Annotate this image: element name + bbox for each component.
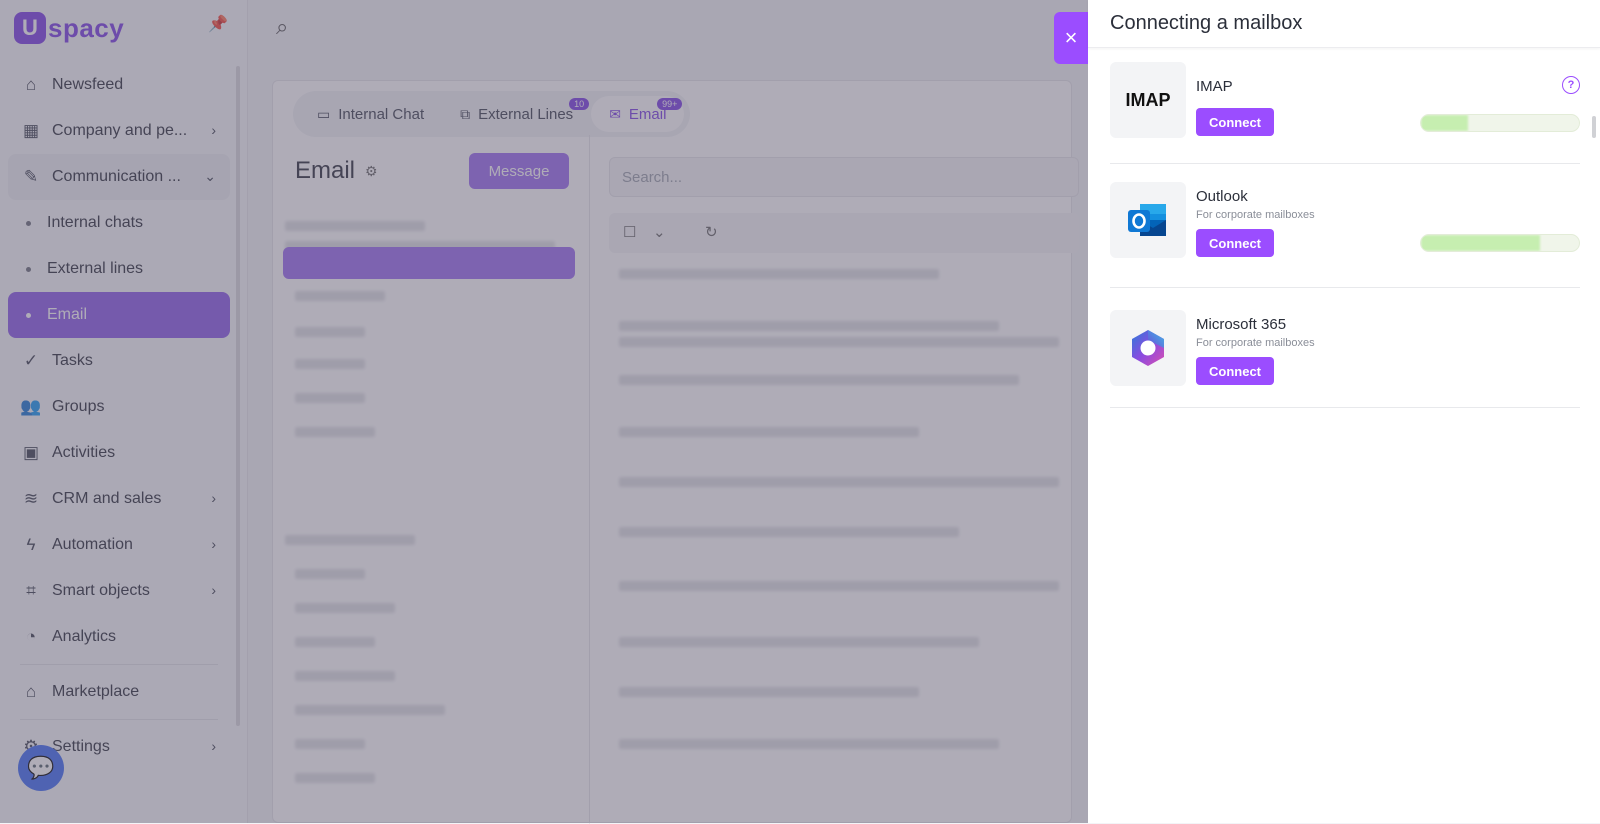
outlook-logo [1110,182,1186,258]
progress-bar [1420,234,1580,252]
microsoft-365-icon [1132,330,1164,366]
microsoft-365-logo [1110,310,1186,386]
imap-logo-text: IMAP [1125,89,1171,110]
provider-name: Outlook [1196,188,1248,205]
close-button[interactable]: × [1054,12,1088,64]
progress-bar [1420,114,1580,132]
connect-imap-button[interactable]: Connect [1196,108,1274,136]
provider-microsoft-365: Microsoft 365 For corporate mailboxes Co… [1110,310,1580,408]
provider-description: For corporate mailboxes [1196,209,1315,221]
provider-name: Microsoft 365 [1196,316,1287,333]
panel-scrollbar[interactable] [1592,116,1596,138]
imap-logo: IMAP [1110,62,1186,138]
provider-imap: IMAP IMAP Connect ? [1110,62,1580,164]
provider-description: For corporate mailboxes [1196,337,1315,349]
outlook-icon [1128,204,1166,236]
connect-microsoft-365-button[interactable]: Connect [1196,357,1274,385]
provider-name: IMAP [1196,78,1233,95]
progress-fill [1421,235,1540,251]
connect-mailbox-panel: Connecting a mailbox IMAP IMAP Connect ?… [1088,0,1600,823]
connect-outlook-button[interactable]: Connect [1196,229,1274,257]
modal-overlay[interactable] [0,0,1088,823]
panel-title: Connecting a mailbox [1088,0,1600,48]
provider-outlook: Outlook For corporate mailboxes Connect [1110,182,1580,288]
help-icon[interactable]: ? [1562,76,1580,94]
progress-fill [1421,115,1469,131]
